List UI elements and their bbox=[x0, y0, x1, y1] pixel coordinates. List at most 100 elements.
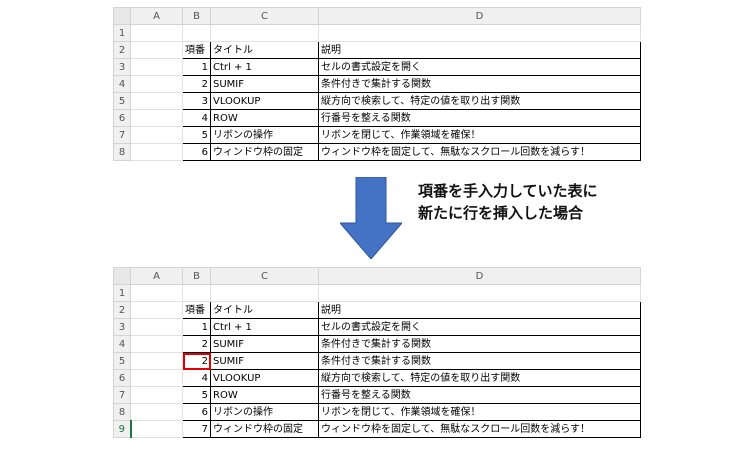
row-number[interactable]: 1 bbox=[113, 284, 131, 302]
row-number[interactable]: 8 bbox=[113, 403, 131, 421]
row-number[interactable]: 4 bbox=[113, 335, 131, 353]
cell-number[interactable]: 3 bbox=[182, 92, 211, 110]
cell-title[interactable]: リボンの操作 bbox=[210, 126, 319, 144]
cell-title[interactable]: SUMIF bbox=[210, 352, 319, 370]
row-number[interactable]: 5 bbox=[113, 352, 131, 370]
row-number[interactable]: 2 bbox=[113, 41, 131, 59]
cell-description[interactable]: 縦方向で検索して、特定の値を取り出す関数 bbox=[318, 92, 641, 110]
cell[interactable] bbox=[210, 24, 319, 42]
header-cell-number[interactable]: 項番 bbox=[182, 301, 211, 319]
cell[interactable] bbox=[130, 403, 183, 421]
column-header-a[interactable]: A bbox=[130, 7, 183, 25]
cell-title[interactable]: リボンの操作 bbox=[210, 403, 319, 421]
select-all-corner[interactable] bbox=[113, 7, 131, 25]
header-cell-title[interactable]: タイトル bbox=[210, 41, 319, 59]
column-header-c[interactable]: C bbox=[210, 267, 319, 285]
row-number[interactable]: 7 bbox=[113, 386, 131, 404]
column-header-a[interactable]: A bbox=[130, 267, 183, 285]
cell-description[interactable]: 条件付きで集計する関数 bbox=[318, 335, 641, 353]
cell[interactable] bbox=[130, 92, 183, 110]
cell-number[interactable]: 4 bbox=[182, 369, 211, 387]
cell[interactable] bbox=[130, 126, 183, 144]
cell-description[interactable]: 条件付きで集計する関数 bbox=[318, 75, 641, 93]
column-header-b[interactable]: B bbox=[182, 267, 211, 285]
cell-number[interactable]: 5 bbox=[182, 386, 211, 404]
cell[interactable] bbox=[318, 24, 641, 42]
cell[interactable] bbox=[130, 386, 183, 404]
cell-title[interactable]: Ctrl + 1 bbox=[210, 58, 319, 76]
cell[interactable] bbox=[182, 24, 211, 42]
cell-description[interactable]: 条件付きで集計する関数 bbox=[318, 352, 641, 370]
cell-description[interactable]: セルの書式設定を開く bbox=[318, 58, 641, 76]
cell-title[interactable]: ROW bbox=[210, 109, 319, 127]
cell[interactable] bbox=[318, 284, 641, 302]
header-cell-description[interactable]: 説明 bbox=[318, 301, 641, 319]
cell-title[interactable]: ウィンドウ枠の固定 bbox=[210, 143, 319, 161]
cell[interactable] bbox=[130, 284, 183, 302]
cell[interactable] bbox=[130, 58, 183, 76]
cell-title[interactable]: ROW bbox=[210, 386, 319, 404]
cell[interactable] bbox=[130, 24, 183, 42]
cell[interactable] bbox=[182, 284, 211, 302]
row-number[interactable]: 6 bbox=[113, 109, 131, 127]
row-number[interactable]: 3 bbox=[113, 58, 131, 76]
row-number[interactable]: 4 bbox=[113, 75, 131, 93]
cell-description[interactable]: 行番号を整える関数 bbox=[318, 386, 641, 404]
cell-description[interactable]: ウィンドウ枠を固定して、無駄なスクロール回数を減らす！ bbox=[318, 420, 641, 438]
cell-number[interactable]: 1 bbox=[182, 318, 211, 336]
cell-number[interactable]: 7 bbox=[182, 420, 211, 438]
column-header-b[interactable]: B bbox=[182, 7, 211, 25]
cell[interactable] bbox=[130, 41, 183, 59]
caption-line-1: 項番を手入力していた表に bbox=[418, 182, 598, 200]
row-number[interactable]: 1 bbox=[113, 24, 131, 42]
cell[interactable] bbox=[130, 143, 183, 161]
row-number-active[interactable]: 9 bbox=[113, 420, 132, 438]
cell[interactable] bbox=[130, 75, 183, 93]
column-header-c[interactable]: C bbox=[210, 7, 319, 25]
cell[interactable] bbox=[130, 318, 183, 336]
cell-title[interactable]: SUMIF bbox=[210, 75, 319, 93]
cell-description[interactable]: セルの書式設定を開く bbox=[318, 318, 641, 336]
table-row: 8 6 ウィンドウ枠の固定 ウィンドウ枠を固定して、無駄なスクロール回数を減らす… bbox=[113, 143, 641, 161]
header-cell-title[interactable]: タイトル bbox=[210, 301, 319, 319]
row-number[interactable]: 8 bbox=[113, 143, 131, 161]
row-number[interactable]: 7 bbox=[113, 126, 131, 144]
cell-title[interactable]: Ctrl + 1 bbox=[210, 318, 319, 336]
row-number[interactable]: 6 bbox=[113, 369, 131, 387]
cell[interactable] bbox=[130, 301, 183, 319]
cell-number[interactable]: 2 bbox=[182, 75, 211, 93]
row-number[interactable]: 5 bbox=[113, 92, 131, 110]
cell-description[interactable]: 縦方向で検索して、特定の値を取り出す関数 bbox=[318, 369, 641, 387]
column-header-d[interactable]: D bbox=[318, 267, 641, 285]
cell-description[interactable]: リボンを閉じて、作業領域を確保！ bbox=[318, 126, 641, 144]
header-cell-description[interactable]: 説明 bbox=[318, 41, 641, 59]
cell-number[interactable]: 1 bbox=[182, 58, 211, 76]
cell[interactable] bbox=[130, 335, 183, 353]
select-all-corner[interactable] bbox=[113, 267, 131, 285]
cell-number[interactable]: 6 bbox=[182, 143, 211, 161]
cell[interactable] bbox=[210, 284, 319, 302]
cell-number[interactable]: 5 bbox=[182, 126, 211, 144]
cell[interactable] bbox=[130, 369, 183, 387]
row-number[interactable]: 3 bbox=[113, 318, 131, 336]
cell-number-highlighted[interactable]: 2 bbox=[182, 352, 211, 370]
table-row: 7 5 ROW 行番号を整える関数 bbox=[113, 386, 641, 404]
cell-number[interactable]: 2 bbox=[182, 335, 211, 353]
cell[interactable] bbox=[130, 420, 183, 438]
cell-description[interactable]: リボンを閉じて、作業領域を確保！ bbox=[318, 403, 641, 421]
cell-title[interactable]: VLOOKUP bbox=[210, 369, 319, 387]
cell[interactable] bbox=[130, 109, 183, 127]
sheet-row: 1 bbox=[113, 284, 641, 302]
cell-title[interactable]: SUMIF bbox=[210, 335, 319, 353]
cell-description[interactable]: 行番号を整える関数 bbox=[318, 109, 641, 127]
cell-title[interactable]: ウィンドウ枠の固定 bbox=[210, 420, 319, 438]
header-cell-number[interactable]: 項番 bbox=[182, 41, 211, 59]
cell-title[interactable]: VLOOKUP bbox=[210, 92, 319, 110]
down-arrow-icon bbox=[340, 177, 402, 259]
cell-description[interactable]: ウィンドウ枠を固定して、無駄なスクロール回数を減らす！ bbox=[318, 143, 641, 161]
cell-number[interactable]: 4 bbox=[182, 109, 211, 127]
row-number[interactable]: 2 bbox=[113, 301, 131, 319]
column-header-d[interactable]: D bbox=[318, 7, 641, 25]
cell-number[interactable]: 6 bbox=[182, 403, 211, 421]
cell[interactable] bbox=[130, 352, 183, 370]
